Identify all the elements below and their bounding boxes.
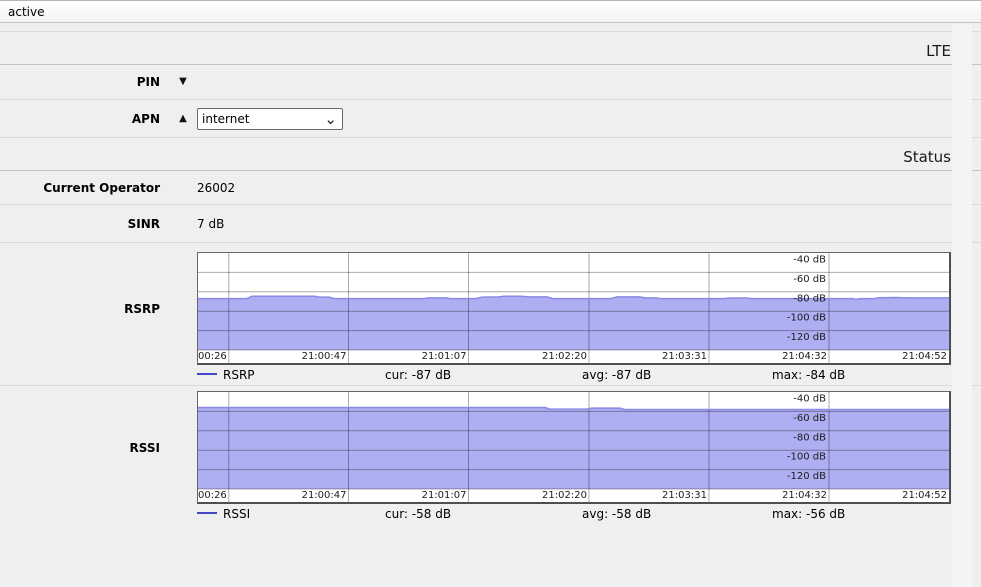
rsrp-legend: RSRP cur: -87 dB avg: -87 dB max: -84 dB xyxy=(197,368,948,383)
rsrp-chart-col: -40 dB -60 dB -80 dB -100 dB -120 dB :00:26 21… xyxy=(197,252,951,385)
svg-text:-40 dB: -40 dB xyxy=(793,255,826,266)
svg-text:21:00:47: 21:00:47 xyxy=(302,490,347,501)
rsrp-legend-cur: cur: -87 dB xyxy=(385,368,451,382)
sinr-value: 7 dB xyxy=(197,217,224,231)
lte-title-label: LTE xyxy=(926,42,951,60)
svg-text:21:04:32: 21:04:32 xyxy=(782,490,827,501)
svg-text:-120 dB: -120 dB xyxy=(787,471,826,482)
svg-text:21:04:52: 21:04:52 xyxy=(902,490,947,501)
row-pin: PIN ▼ xyxy=(0,65,981,100)
apn-select-wrap: internet ⌄ xyxy=(197,108,343,130)
svg-text:21:03:31: 21:03:31 xyxy=(662,490,707,501)
svg-text:-100 dB: -100 dB xyxy=(787,313,826,324)
svg-text:21:03:31: 21:03:31 xyxy=(662,351,707,362)
svg-text:21:02:20: 21:02:20 xyxy=(542,490,587,501)
rsrp-chart-row: RSRP -40 dB -60 dB -80 dB -100 dB -120 dB :00… xyxy=(0,243,981,386)
svg-text:21:00:47: 21:00:47 xyxy=(302,351,347,362)
rsrp-legend-name: RSRP xyxy=(197,368,255,382)
svg-text:-120 dB: -120 dB xyxy=(787,332,826,343)
svg-text:21:01:07: 21:01:07 xyxy=(422,490,467,501)
row-apn: APN ▲ internet ⌄ xyxy=(0,100,981,138)
svg-text:21:01:07: 21:01:07 xyxy=(422,351,467,362)
rsrp-chart: -40 dB -60 dB -80 dB -100 dB -120 dB :00:26 21… xyxy=(197,252,951,365)
svg-text:-60 dB: -60 dB xyxy=(793,274,826,285)
status-title-label: Status xyxy=(903,148,951,166)
rssi-row-label: RSSI xyxy=(0,391,160,504)
svg-text:-100 dB: -100 dB xyxy=(787,452,826,463)
row-current-operator: Current Operator 26002 xyxy=(0,171,981,205)
tab-bar: active xyxy=(0,0,981,23)
rssi-legend-cur: cur: -58 dB xyxy=(385,507,451,521)
right-gutter xyxy=(952,24,972,587)
section-title-status: Status xyxy=(0,138,981,171)
svg-text:21:04:52: 21:04:52 xyxy=(902,351,947,362)
rssi-legend-label: RSSI xyxy=(223,507,250,521)
rsrp-row-label: RSRP xyxy=(0,252,160,365)
rssi-chart: -40 dB -60 dB -80 dB -100 dB -120 dB :00:26 21… xyxy=(197,391,951,504)
apn-collapse-button[interactable]: ▲ xyxy=(176,114,190,124)
svg-text:21:04:32: 21:04:32 xyxy=(782,351,827,362)
current-operator-value: 26002 xyxy=(197,181,235,195)
svg-text:-80 dB: -80 dB xyxy=(793,293,826,304)
rssi-legend-max: max: -56 dB xyxy=(772,507,845,521)
rssi-chart-row: RSSI -40 dB -60 dB -80 dB -100 dB -120 dB :00… xyxy=(0,386,981,524)
svg-text:-40 dB: -40 dB xyxy=(793,394,826,405)
apn-select[interactable]: internet xyxy=(197,108,343,130)
rsrp-legend-max: max: -84 dB xyxy=(772,368,845,382)
triangle-down-icon: ▼ xyxy=(179,76,187,87)
row-sinr: SINR 7 dB xyxy=(0,205,981,243)
svg-text:21:02:20: 21:02:20 xyxy=(542,351,587,362)
svg-text::00:26: :00:26 xyxy=(198,351,227,362)
rssi-legend: RSSI cur: -58 dB avg: -58 dB max: -56 dB xyxy=(197,507,948,522)
triangle-up-icon: ▲ xyxy=(179,113,187,124)
section-title-lte: LTE xyxy=(0,32,981,65)
spacer-row xyxy=(0,23,981,32)
current-operator-label: Current Operator xyxy=(0,181,160,195)
pin-label: PIN xyxy=(0,75,160,89)
sinr-label: SINR xyxy=(0,217,160,231)
rssi-line-swatch-icon xyxy=(197,512,217,514)
pin-collapse-button[interactable]: ▼ xyxy=(176,77,190,87)
svg-text::00:26: :00:26 xyxy=(198,490,227,501)
rsrp-line-swatch-icon xyxy=(197,373,217,375)
tab-active[interactable]: active xyxy=(8,5,44,19)
rssi-chart-col: -40 dB -60 dB -80 dB -100 dB -120 dB :00:26 21… xyxy=(197,391,951,524)
rsrp-legend-label: RSRP xyxy=(223,368,255,382)
svg-text:-80 dB: -80 dB xyxy=(793,432,826,443)
svg-text:-60 dB: -60 dB xyxy=(793,413,826,424)
apn-label: APN xyxy=(0,112,160,126)
rsrp-legend-avg: avg: -87 dB xyxy=(582,368,651,382)
rssi-legend-avg: avg: -58 dB xyxy=(582,507,651,521)
rssi-legend-name: RSSI xyxy=(197,507,250,521)
